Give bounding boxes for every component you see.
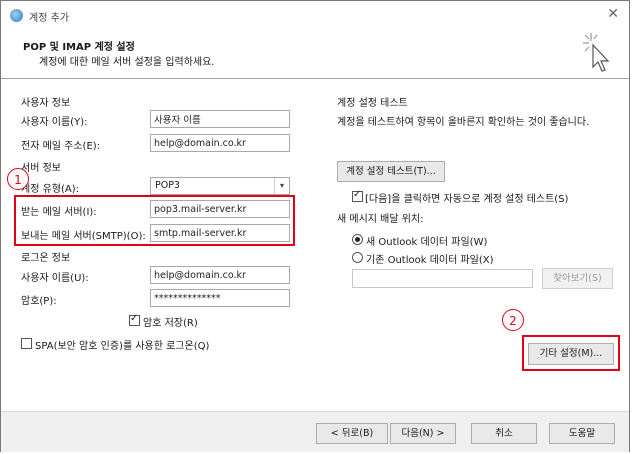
test-description: 계정을 테스트하여 항목이 올바른지 확인하는 것이 좋습니다. — [337, 117, 590, 128]
help-button[interactable]: 도움말 — [549, 423, 615, 444]
server-highlight-box — [14, 195, 295, 246]
delivery-heading: 새 메시지 배달 위치: — [337, 214, 424, 225]
user-info-heading: 사용자 정보 — [21, 98, 71, 109]
name-label: 사용자 이름(Y): — [21, 117, 88, 128]
existing-data-file-radio[interactable] — [352, 252, 363, 263]
email-label: 전자 메일 주소(E): — [21, 141, 101, 152]
password-input[interactable] — [150, 289, 290, 307]
account-type-value: POP3 — [155, 180, 180, 191]
test-settings-button[interactable]: 계정 설정 테스트(T)... — [337, 161, 445, 182]
spa-checkbox[interactable] — [21, 338, 32, 349]
wizard-footer: < 뒤로(B) 다음(N) > 취소 도움말 — [1, 411, 629, 452]
more-settings-highlight-box — [522, 335, 620, 371]
name-input[interactable] — [150, 110, 290, 128]
page-title: POP 및 IMAP 계정 설정 — [23, 42, 135, 53]
annotation-marker-2: 2 — [502, 309, 524, 331]
password-label: 암호(P): — [21, 296, 57, 307]
data-file-path-input[interactable] — [352, 269, 533, 288]
new-data-file-radio[interactable] — [352, 234, 363, 245]
remember-password-label: 암호 저장(R) — [143, 318, 198, 329]
outlook-app-icon — [10, 9, 23, 22]
add-account-dialog: 계정 추가 ✕ POP 및 IMAP 계정 설정 계정에 대한 메일 서버 설정… — [0, 0, 630, 452]
chevron-down-icon[interactable]: ▾ — [274, 178, 289, 194]
next-button[interactable]: 다음(N) > — [390, 423, 456, 444]
window-title: 계정 추가 — [29, 13, 69, 24]
close-icon[interactable]: ✕ — [607, 6, 619, 22]
existing-data-file-label: 기존 Outlook 데이터 파일(X) — [366, 255, 494, 266]
auto-test-label: [다음]을 클릭하면 자동으로 계정 설정 테스트(S) — [365, 194, 569, 205]
wizard-header: POP 및 IMAP 계정 설정 계정에 대한 메일 서버 설정을 입력하세요. — [1, 29, 629, 77]
login-user-input[interactable] — [150, 266, 290, 284]
account-type-label: 계정 유형(A): — [21, 184, 79, 195]
title-bar: 계정 추가 ✕ — [1, 1, 629, 29]
auto-test-checkbox[interactable] — [352, 189, 363, 202]
annotation-marker-1: 1 — [7, 168, 29, 190]
account-type-select[interactable]: POP3 ▾ — [150, 177, 290, 195]
cursor-click-icon — [583, 33, 610, 72]
email-input[interactable] — [150, 134, 290, 152]
back-button[interactable]: < 뒤로(B) — [316, 423, 388, 444]
test-heading: 계정 설정 테스트 — [337, 98, 408, 109]
settings-panel: 사용자 정보 사용자 이름(Y): 전자 메일 주소(E): 서버 정보 계정 … — [1, 79, 629, 411]
new-data-file-label: 새 Outlook 데이터 파일(W) — [366, 237, 488, 248]
login-user-label: 사용자 이름(U): — [21, 273, 89, 284]
cancel-button[interactable]: 취소 — [471, 423, 537, 444]
login-info-heading: 로그온 정보 — [21, 253, 71, 264]
spa-label: SPA(보안 암호 인증)를 사용한 로그온(Q) — [35, 341, 210, 352]
remember-password-checkbox[interactable] — [129, 313, 140, 326]
browse-button[interactable]: 찾아보기(S) — [542, 268, 613, 289]
page-subtitle: 계정에 대한 메일 서버 설정을 입력하세요. — [39, 57, 215, 68]
